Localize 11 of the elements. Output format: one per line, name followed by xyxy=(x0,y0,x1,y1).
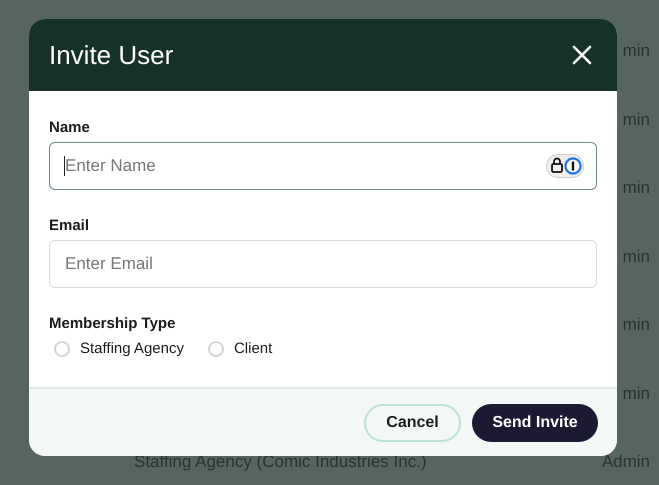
lock-badge-icon[interactable] xyxy=(546,154,584,178)
field-label: Name xyxy=(49,119,91,136)
field-label: Membership Type xyxy=(49,315,176,332)
radio-option[interactable]: Staffing Agency xyxy=(54,340,184,357)
radio-option[interactable]: Client xyxy=(208,340,272,357)
close-icon[interactable] xyxy=(572,45,592,65)
dialog-title: Invite User xyxy=(49,40,174,70)
field-label: Email xyxy=(49,217,90,234)
cancel-button[interactable]: Cancel xyxy=(364,404,461,442)
input-field[interactable]: Enter Name xyxy=(49,142,597,190)
send-invite-button[interactable]: Send Invite xyxy=(472,404,598,442)
